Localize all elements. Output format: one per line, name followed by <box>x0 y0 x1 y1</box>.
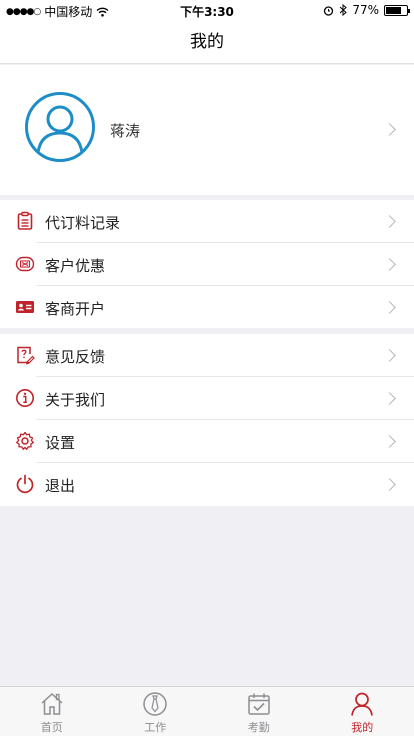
battery-icon <box>384 4 410 16</box>
menu-item-label: 设置 <box>45 434 76 452</box>
tab-bar: 首页 工作 考勤 我的 <box>0 686 414 736</box>
battery-percent: 77% <box>352 3 379 17</box>
home-icon <box>41 692 63 715</box>
chevron-right-icon <box>383 258 396 271</box>
tab-home[interactable]: 首页 <box>0 687 104 736</box>
tab-label: 首页 <box>40 721 63 734</box>
chevron-right-icon <box>383 392 396 405</box>
chevron-right-icon <box>383 215 396 228</box>
menu-item-label: 退出 <box>45 477 76 495</box>
person-icon <box>351 692 374 716</box>
tie-icon <box>143 692 167 716</box>
menu-group-misc: 意见反馈 关于我们 设置 退出 <box>0 334 414 506</box>
tab-mine[interactable]: 我的 <box>311 687 414 736</box>
tab-work[interactable]: 工作 <box>104 687 208 736</box>
tab-attendance[interactable]: 考勤 <box>207 687 311 736</box>
menu-item-customer-discount[interactable]: 客户优惠 <box>0 243 414 286</box>
menu-item-merchant-account[interactable]: 客商开户 <box>0 286 414 329</box>
menu-item-order-records[interactable]: 代订料记录 <box>0 200 414 243</box>
tab-label: 工作 <box>144 721 167 734</box>
chevron-right-icon <box>383 123 396 136</box>
menu-item-label: 关于我们 <box>45 391 106 409</box>
coupon-icon <box>15 256 35 272</box>
menu-group-orders: 代订料记录 客户优惠 客商开户 <box>0 200 414 328</box>
menu-item-about-us[interactable]: 关于我们 <box>0 377 414 420</box>
menu-item-logout[interactable]: 退出 <box>0 463 414 506</box>
menu-item-label: 客户优惠 <box>45 257 106 275</box>
calendar-check-icon <box>248 693 270 715</box>
feedback-icon <box>17 346 35 365</box>
info-icon <box>16 389 34 407</box>
power-icon <box>16 474 34 494</box>
chevron-right-icon <box>383 301 396 314</box>
menu-item-label: 代订料记录 <box>45 214 121 232</box>
user-avatar-icon <box>36 105 84 154</box>
chevron-right-icon <box>383 349 396 362</box>
tab-label: 我的 <box>351 721 374 734</box>
tab-label: 考勤 <box>247 721 270 734</box>
nav-bar: 我的 <box>0 20 414 64</box>
alarm-icon <box>324 5 334 16</box>
menu-item-feedback[interactable]: 意见反馈 <box>0 334 414 377</box>
id-card-icon <box>16 301 34 313</box>
chevron-right-icon <box>383 435 396 448</box>
status-bar: ●●●●○ 中国移动 下午3:30 77% <box>0 0 414 20</box>
menu-item-label: 客商开户 <box>45 300 106 318</box>
chevron-right-icon <box>383 478 396 491</box>
page-title: 我的 <box>190 32 224 52</box>
gear-icon <box>16 431 34 450</box>
status-right: 77% <box>323 3 410 17</box>
clipboard-icon <box>17 211 33 230</box>
menu-item-label: 意见反馈 <box>45 348 106 366</box>
user-name: 蒋涛 <box>110 122 141 140</box>
avatar <box>25 92 95 162</box>
bluetooth-icon <box>339 4 348 16</box>
menu-item-settings[interactable]: 设置 <box>0 420 414 463</box>
profile-row[interactable]: 蒋涛 <box>0 65 414 195</box>
